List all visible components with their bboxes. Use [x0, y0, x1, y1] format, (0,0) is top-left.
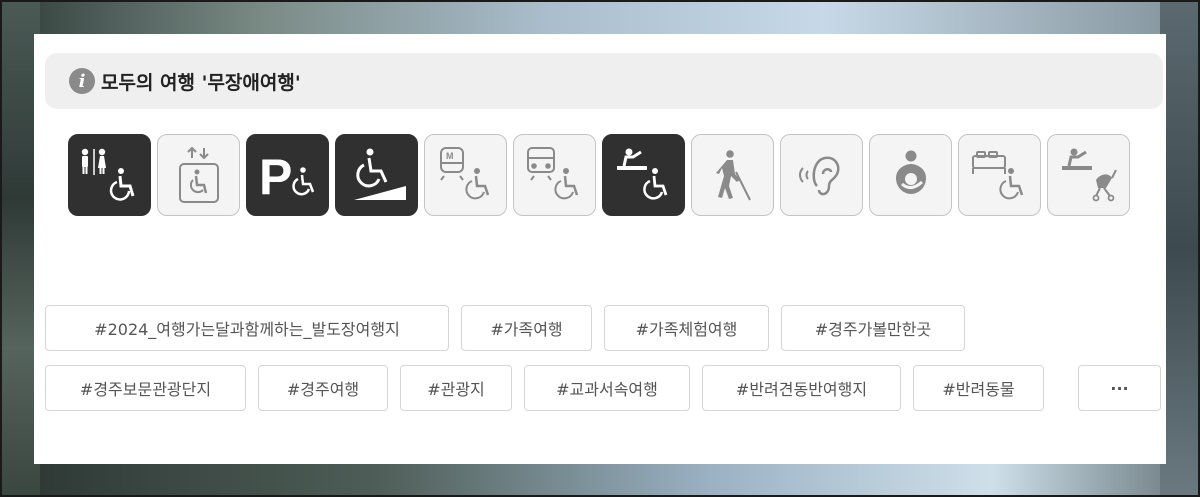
tag-button[interactable]: #경주보문관광단지 — [45, 365, 246, 411]
background-right — [1160, 0, 1200, 497]
tag-button[interactable]: #교과서속여행 — [524, 365, 690, 411]
accessibility-panel: i 모두의 여행 '무장애여행' P M #2024_여행가는달과함께하는_발도… — [34, 34, 1166, 464]
background-top — [40, 0, 1160, 34]
accessible-parking-icon[interactable]: P — [246, 134, 329, 216]
accessible-restroom-icon[interactable] — [68, 134, 151, 216]
tag-button[interactable]: #2024_여행가는달과함께하는_발도장여행지 — [45, 305, 449, 351]
svg-text:M: M — [446, 151, 454, 161]
nursing-room-icon[interactable] — [869, 134, 952, 216]
tag-button[interactable]: #반려동물 — [913, 365, 1044, 411]
more-tags-button[interactable]: ··· — [1078, 365, 1161, 411]
tag-button[interactable]: #가족체험여행 — [604, 305, 769, 351]
tag-button[interactable]: #가족여행 — [461, 305, 592, 351]
tag-button[interactable]: #경주가볼만한곳 — [781, 305, 965, 351]
visually-impaired-icon[interactable] — [691, 134, 774, 216]
accessible-room-icon[interactable] — [958, 134, 1041, 216]
tag-button[interactable]: #경주여행 — [258, 365, 388, 411]
hearing-impaired-icon[interactable] — [780, 134, 863, 216]
svg-text:P: P — [259, 149, 292, 205]
tag-button[interactable]: #관광지 — [400, 365, 512, 411]
accessibility-icon-list: P M — [68, 134, 1130, 216]
info-icon: i — [69, 68, 95, 94]
tag-row-1: #2024_여행가는달과함께하는_발도장여행지 #가족여행 #가족체험여행 #경… — [45, 305, 977, 351]
background-bottom — [40, 463, 1160, 497]
tag-row-2: #경주보문관광단지 #경주여행 #관광지 #교과서속여행 #반려견동반여행지 #… — [45, 365, 1161, 411]
bus-wheelchair-icon[interactable] — [513, 134, 596, 216]
subway-wheelchair-icon[interactable]: M — [424, 134, 507, 216]
notice-title: 모두의 여행 '무장애여행' — [101, 71, 301, 94]
wheelchair-information-desk-icon[interactable] — [602, 134, 685, 216]
tag-button[interactable]: #반려견동반여행지 — [702, 365, 901, 411]
stroller-rental-icon[interactable] — [1047, 134, 1130, 216]
notice-bar: i 모두의 여행 '무장애여행' — [45, 53, 1163, 109]
wheelchair-ramp-icon[interactable] — [335, 134, 418, 216]
elevator-icon[interactable] — [157, 134, 240, 216]
